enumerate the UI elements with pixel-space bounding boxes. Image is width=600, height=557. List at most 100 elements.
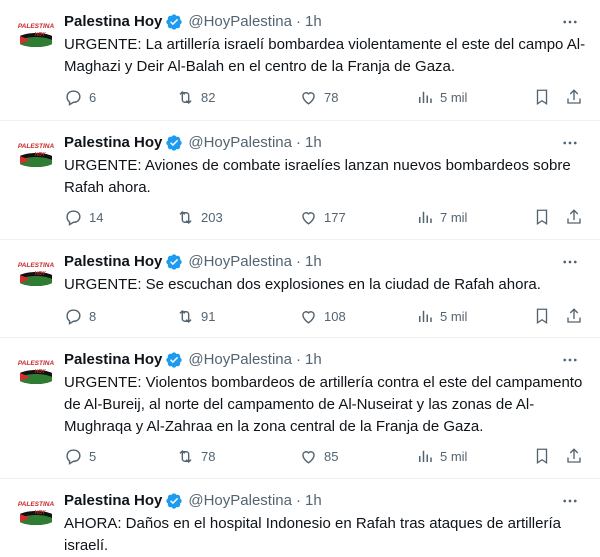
repost-button[interactable]: 91 bbox=[176, 306, 215, 326]
reply-icon bbox=[66, 308, 81, 325]
tweet-actions: 8 91 108 5 mil bbox=[64, 306, 586, 326]
reply-button[interactable]: 5 bbox=[64, 446, 96, 466]
analytics-icon bbox=[419, 310, 432, 322]
repost-button[interactable]: 78 bbox=[176, 446, 215, 466]
tweet[interactable]: PALESTINA HOY Palestina Hoy @HoyPalestin… bbox=[0, 240, 600, 338]
display-name[interactable]: Palestina Hoy bbox=[64, 350, 162, 370]
analytics-icon bbox=[419, 211, 432, 223]
more-dots-icon bbox=[563, 499, 577, 503]
avatar[interactable]: PALESTINA HOY bbox=[16, 14, 56, 54]
timestamp[interactable]: 1h bbox=[305, 491, 322, 511]
display-name[interactable]: Palestina Hoy bbox=[64, 12, 162, 32]
verified-badge-icon bbox=[166, 352, 183, 368]
tweet-text: URGENTE: Violentos bombardeos de artille… bbox=[64, 374, 583, 435]
tweet-text: URGENTE: Se escuchan dos explosiones en … bbox=[64, 276, 541, 293]
view-count: 5 mil bbox=[440, 308, 468, 324]
avatar[interactable]: PALESTINA HOY bbox=[16, 492, 56, 532]
timestamp[interactable]: 1h bbox=[305, 350, 322, 370]
verified-badge-icon bbox=[166, 493, 183, 509]
reply-count: 14 bbox=[89, 209, 104, 225]
tweet-header: Palestina Hoy @HoyPalestina · 1h bbox=[64, 350, 586, 370]
reply-button[interactable]: 8 bbox=[64, 306, 96, 326]
more-dots-icon bbox=[563, 20, 577, 24]
share-button[interactable] bbox=[564, 306, 584, 326]
separator-dot: · bbox=[295, 351, 301, 368]
timestamp[interactable]: 1h bbox=[305, 252, 322, 272]
repost-count: 78 bbox=[201, 448, 216, 464]
tweet[interactable]: PALESTINA HOY Palestina Hoy @HoyPalestin… bbox=[0, 0, 600, 121]
user-handle[interactable]: @HoyPalestina bbox=[188, 133, 292, 153]
view-count: 5 mil bbox=[440, 89, 468, 105]
bookmark-button[interactable] bbox=[532, 446, 552, 466]
tweet-header: Palestina Hoy @HoyPalestina · 1h bbox=[64, 133, 586, 153]
tweet[interactable]: PALESTINA HOY Palestina Hoy @HoyPalestin… bbox=[0, 479, 600, 557]
repost-count: 203 bbox=[201, 209, 223, 225]
tweet[interactable]: PALESTINA HOY Palestina Hoy @HoyPalestin… bbox=[0, 121, 600, 240]
bookmark-button[interactable] bbox=[532, 306, 552, 326]
tweet-header: Palestina Hoy @HoyPalestina · 1h bbox=[64, 491, 586, 511]
more-options-button[interactable] bbox=[560, 133, 580, 153]
separator-dot: · bbox=[295, 253, 301, 270]
share-button[interactable] bbox=[564, 446, 584, 466]
display-name[interactable]: Palestina Hoy bbox=[64, 252, 162, 272]
reply-count: 8 bbox=[89, 308, 97, 324]
repost-icon bbox=[179, 449, 192, 463]
reply-button[interactable]: 14 bbox=[64, 207, 103, 227]
share-icon bbox=[567, 448, 581, 463]
more-options-button[interactable] bbox=[560, 252, 580, 272]
avatar[interactable]: PALESTINA HOY bbox=[16, 134, 56, 174]
logo-text: PALESTINA bbox=[18, 262, 55, 269]
share-icon bbox=[567, 209, 581, 224]
timestamp[interactable]: 1h bbox=[305, 133, 322, 153]
palestina-hoy-logo-icon: PALESTINA HOY bbox=[16, 492, 56, 532]
display-name[interactable]: Palestina Hoy bbox=[64, 133, 162, 153]
repost-button[interactable]: 82 bbox=[176, 87, 215, 107]
reply-icon bbox=[66, 448, 81, 465]
views-button[interactable]: 5 mil bbox=[416, 87, 467, 107]
tweet-header: Palestina Hoy @HoyPalestina · 1h bbox=[64, 12, 586, 32]
tweet-text: URGENTE: Aviones de combate israelíes la… bbox=[64, 157, 571, 196]
like-button[interactable]: 108 bbox=[299, 306, 346, 326]
user-handle[interactable]: @HoyPalestina bbox=[188, 491, 292, 511]
like-button[interactable]: 177 bbox=[299, 207, 346, 227]
analytics-icon bbox=[419, 91, 432, 103]
tweet-feed: PALESTINA HOY Palestina Hoy @HoyPalestin… bbox=[0, 0, 600, 557]
logo-text-small: HOY bbox=[35, 152, 47, 158]
views-button[interactable]: 5 mil bbox=[416, 306, 467, 326]
like-button[interactable]: 78 bbox=[299, 87, 338, 107]
tweet-header: Palestina Hoy @HoyPalestina · 1h bbox=[64, 252, 586, 272]
user-handle[interactable]: @HoyPalestina bbox=[188, 12, 292, 32]
bookmark-button[interactable] bbox=[532, 207, 552, 227]
more-options-button[interactable] bbox=[560, 491, 580, 511]
bookmark-button[interactable] bbox=[532, 87, 552, 107]
views-button[interactable]: 5 mil bbox=[416, 446, 467, 466]
repost-icon bbox=[179, 309, 192, 323]
display-name[interactable]: Palestina Hoy bbox=[64, 491, 162, 511]
like-button[interactable]: 85 bbox=[299, 446, 338, 466]
verified-badge-icon bbox=[166, 254, 183, 270]
verified-badge-icon bbox=[166, 14, 183, 30]
reply-button[interactable]: 6 bbox=[64, 87, 96, 107]
share-button[interactable] bbox=[564, 87, 584, 107]
share-icon bbox=[567, 89, 581, 104]
user-handle[interactable]: @HoyPalestina bbox=[188, 350, 292, 370]
like-count: 85 bbox=[324, 448, 339, 464]
timestamp[interactable]: 1h bbox=[305, 12, 322, 32]
tweet[interactable]: PALESTINA HOY Palestina Hoy @HoyPalestin… bbox=[0, 338, 600, 479]
views-button[interactable]: 7 mil bbox=[416, 207, 467, 227]
tweet-text: URGENTE: La artillería israelí bombardea… bbox=[64, 36, 586, 75]
more-dots-icon bbox=[563, 260, 577, 264]
share-button[interactable] bbox=[564, 207, 584, 227]
bookmark-icon bbox=[536, 308, 548, 325]
more-options-button[interactable] bbox=[560, 350, 580, 370]
logo-text: PALESTINA bbox=[18, 23, 55, 30]
more-options-button[interactable] bbox=[560, 12, 580, 32]
avatar[interactable]: PALESTINA HOY bbox=[16, 253, 56, 293]
user-handle[interactable]: @HoyPalestina bbox=[188, 252, 292, 272]
separator-dot: · bbox=[295, 134, 301, 151]
more-dots-icon bbox=[563, 141, 577, 145]
bookmark-icon bbox=[536, 209, 548, 226]
reply-count: 5 bbox=[89, 448, 97, 464]
avatar[interactable]: PALESTINA HOY bbox=[16, 351, 56, 391]
repost-button[interactable]: 203 bbox=[176, 207, 223, 227]
